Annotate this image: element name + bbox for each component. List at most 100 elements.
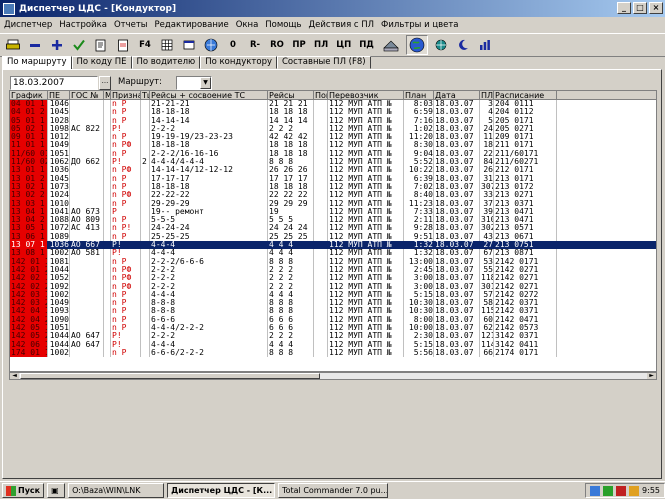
- col-carrier[interactable]: Перевозчик: [328, 91, 404, 100]
- tray-network-icon[interactable]: [590, 485, 601, 496]
- table-row[interactable]: 13 02 1 1073 n P 18-18-18 18 18 18 112 МУП АТ…: [10, 182, 656, 192]
- tab-by-route[interactable]: По маршруту: [2, 56, 72, 70]
- chevron-down-icon[interactable]: ▼: [200, 77, 211, 89]
- table-row[interactable]: 142 03 1 1002 n P 4-4-4 4 4 4 112 МУП АТП № 5:…: [10, 290, 656, 300]
- table-row[interactable]: 05 02 1 1098 АС 822 P! 2-2-2 2 2 2 112 МУП АТП…: [10, 124, 656, 134]
- table-row[interactable]: 04 01 1 1046 n P 21-21-21 21 21 21 112 МУП АТ…: [10, 100, 656, 109]
- tsp-button[interactable]: ЦП: [334, 35, 353, 55]
- tab-by-pe-code[interactable]: По коду ПЕ: [71, 56, 132, 69]
- pd-button[interactable]: ПД: [357, 35, 376, 55]
- col-tc[interactable]: Тц: [141, 91, 150, 100]
- maximize-button[interactable]: □: [633, 2, 647, 14]
- table-row[interactable]: 09 01 1 1012 n P 19-19-19/23-23-23 42 42 42 1…: [10, 133, 656, 142]
- table-row[interactable]: 142 06 1 1044 АО 647 P! 4-4-4 4 4 4 112 МУП АТ…: [10, 340, 656, 349]
- moon-icon[interactable]: [454, 35, 472, 55]
- tab-by-conductor[interactable]: По кондуктору: [200, 56, 277, 69]
- scroll-left-icon[interactable]: ◄: [10, 373, 19, 379]
- table-row[interactable]: 13 06 1 1089 n P 25-25-25 25 25 25 112 МУП АТ…: [10, 232, 656, 242]
- table-row[interactable]: 05 01 1 1028 n P 14-14-14 14 14 14 112 МУП АТ…: [10, 116, 656, 125]
- refresh-globe-icon[interactable]: [202, 35, 220, 55]
- menu-help[interactable]: Помощь: [265, 20, 301, 30]
- tab-composite-pl[interactable]: Составные ПЛ (F8): [277, 56, 371, 69]
- col-priznak[interactable]: Признак: [111, 91, 141, 100]
- tray-antivirus-icon[interactable]: [616, 485, 627, 496]
- phone-icon[interactable]: [380, 35, 402, 55]
- table-row[interactable]: 142 05 2 1044 АО 647 P! 2-2-2 2 2 2 112 МУП АТ…: [10, 332, 656, 341]
- menu-settings[interactable]: Настройка: [59, 20, 107, 30]
- ro-button[interactable]: RO: [268, 35, 286, 55]
- minimize-button[interactable]: _: [617, 2, 631, 14]
- table-row[interactable]: 11/60 02 1062 ДО 662 P! 2 4-4-4/4-4-4 8 8 8 112…: [10, 158, 656, 167]
- table-row[interactable]: 13 04 2 1088 АО 809 n P 5-5-5 5 5 5 112 МУП АТ…: [10, 216, 656, 225]
- tab-by-driver[interactable]: По водителю: [131, 56, 201, 69]
- data-grid[interactable]: График ПЕ ГОС № М Признак Тц Рейсы + сос…: [9, 90, 657, 372]
- col-schedule-graph[interactable]: График: [10, 91, 48, 100]
- plus-icon[interactable]: [48, 35, 66, 55]
- print-icon[interactable]: [4, 35, 22, 55]
- date-field[interactable]: 18.03.2007: [10, 76, 98, 90]
- table-row[interactable]: 142 05 1 1051 n P 4-4-4/2-2-2 6 6 6 112 МУП А…: [10, 324, 656, 333]
- table-row[interactable]: 13 01 1 1036 n PФ 14-14-14/12-12-12 26 26 26…: [10, 166, 656, 175]
- col-trips-mastering[interactable]: Рейсы + сосвоение ТС: [150, 91, 268, 100]
- pl-button[interactable]: ПЛ: [312, 35, 330, 55]
- menu-pl-actions[interactable]: Действия с ПЛ: [309, 20, 375, 30]
- table-row[interactable]: 13 01 2 1045 n P 17-17-17 17 17 17 112 МУП АТ…: [10, 174, 656, 183]
- table-row[interactable]: 142 01 1 1081 n P 2-2-2/6-6-6 8 8 8 112 МУП А…: [10, 257, 656, 266]
- col-date[interactable]: Дата: [434, 91, 480, 100]
- menu-dispatcher[interactable]: Диспетчер: [4, 20, 52, 30]
- scroll-right-icon[interactable]: ►: [647, 373, 656, 379]
- task-folder[interactable]: O:\Baza\WIN\LNK: [68, 483, 165, 498]
- title-bar[interactable]: Диспетчер ЦДС - [Кондуктор] _ □ ×: [0, 0, 665, 17]
- grid-icon[interactable]: [158, 35, 176, 55]
- menu-windows[interactable]: Окна: [236, 20, 259, 30]
- table-row[interactable]: 142 04 1 1093 n P 8-8-8 8 8 8 112 МУП АТП № 10…: [10, 307, 656, 316]
- col-schedule[interactable]: Расписание: [494, 91, 557, 100]
- menu-editing[interactable]: Редактирование: [155, 20, 229, 30]
- start-button[interactable]: Пуск: [2, 483, 45, 498]
- table-row[interactable]: 11/60 01 1051 n P 2-2-2/16-16-16 18 18 18 112…: [10, 149, 656, 159]
- table-row[interactable]: 13 05 1 1072 АС 413 n P! 24-24-24 24 24 24 112…: [10, 224, 656, 233]
- close-button[interactable]: ×: [649, 2, 663, 14]
- task-total-commander[interactable]: Total Commander 7.0 pu...: [278, 483, 389, 498]
- globe-icon[interactable]: [405, 35, 428, 55]
- table-icon[interactable]: [180, 35, 198, 55]
- col-gos-number[interactable]: ГОС №: [70, 91, 104, 100]
- col-pov[interactable]: Пов: [314, 91, 328, 100]
- menu-reports[interactable]: Отчеты: [114, 20, 148, 30]
- col-trips[interactable]: Рейсы: [268, 91, 314, 100]
- table-row[interactable]: 142 04 2 1090 n P 6-6-6 6 6 6 112 МУП АТП № 8:…: [10, 315, 656, 325]
- quicklaunch-icon[interactable]: ▣: [47, 483, 66, 498]
- table-row[interactable]: 13 07 1 1036 АО 667 P! 4-4-4 4 4 4 112 МУП АТП…: [10, 241, 656, 250]
- table-row[interactable]: 11 01 1 1049 n PФ 18-18-18 18 18 18 112 МУП А…: [10, 141, 656, 150]
- table-row[interactable]: 04 01 2 1045 n P 18-18-18 18 18 18 112 МУП АТ…: [10, 108, 656, 117]
- bars-icon[interactable]: [476, 35, 494, 55]
- document-icon[interactable]: [114, 35, 132, 55]
- table-row[interactable]: 142 02 1 1052 n PФ 2-2-2 2 2 2 112 МУП АТП № 3…: [10, 274, 656, 283]
- pr-button[interactable]: ПР: [290, 35, 308, 55]
- route-select[interactable]: ▼: [176, 76, 212, 90]
- table-row[interactable]: 13 08 1 1002 АО 581 P! 4-4-4 4 4 4 112 МУП АТП…: [10, 249, 656, 258]
- scrollbar-thumb[interactable]: [20, 373, 320, 379]
- table-row[interactable]: 142 03 2 1049 n P 8-8-8 8 8 8 112 МУП АТП № 10…: [10, 299, 656, 308]
- col-m[interactable]: М: [104, 91, 111, 100]
- table-row[interactable]: 142 01 2 1044 n PФ 2-2-2 2 2 2 112 МУП АТП № 2…: [10, 265, 656, 275]
- table-row[interactable]: 174 01 1 1002 n P 6-6-6/2-2-2 8 8 8 112 МУП А…: [10, 348, 656, 358]
- menu-filters-colors[interactable]: Фильтры и цвета: [381, 20, 458, 30]
- minus-icon[interactable]: [26, 35, 44, 55]
- table-row[interactable]: 13 04 1 1041 АО 673 P 19-- ремонт 19 112 МУП А…: [10, 207, 656, 217]
- col-pe[interactable]: ПЕ: [48, 91, 70, 100]
- tray-app-icon[interactable]: [603, 485, 614, 496]
- r-minus-button[interactable]: R-: [246, 35, 264, 55]
- col-pl[interactable]: ПЛ: [480, 91, 494, 100]
- table-row[interactable]: 142 02 2 1092 n PФ 2-2-2 2 2 2 112 МУП АТП № 3…: [10, 282, 656, 291]
- edit-doc-icon[interactable]: [92, 35, 110, 55]
- date-picker-button[interactable]: ...: [99, 76, 111, 90]
- horizontal-scrollbar[interactable]: ◄ ►: [9, 372, 657, 380]
- table-row[interactable]: 13 03 1 1010 n P 29-29-29 29 29 29 112 МУП АТ…: [10, 199, 656, 208]
- network-icon[interactable]: [432, 35, 450, 55]
- tray-volume-icon[interactable]: [629, 485, 640, 496]
- task-dispatcher[interactable]: Диспетчер ЦДС - [К...: [167, 483, 276, 498]
- col-plan[interactable]: План: [404, 91, 434, 100]
- zero-button[interactable]: 0: [224, 35, 242, 55]
- table-row[interactable]: 13 02 2 1024 n PФ 22-22-22 22 22 22 112 МУП А…: [10, 191, 656, 200]
